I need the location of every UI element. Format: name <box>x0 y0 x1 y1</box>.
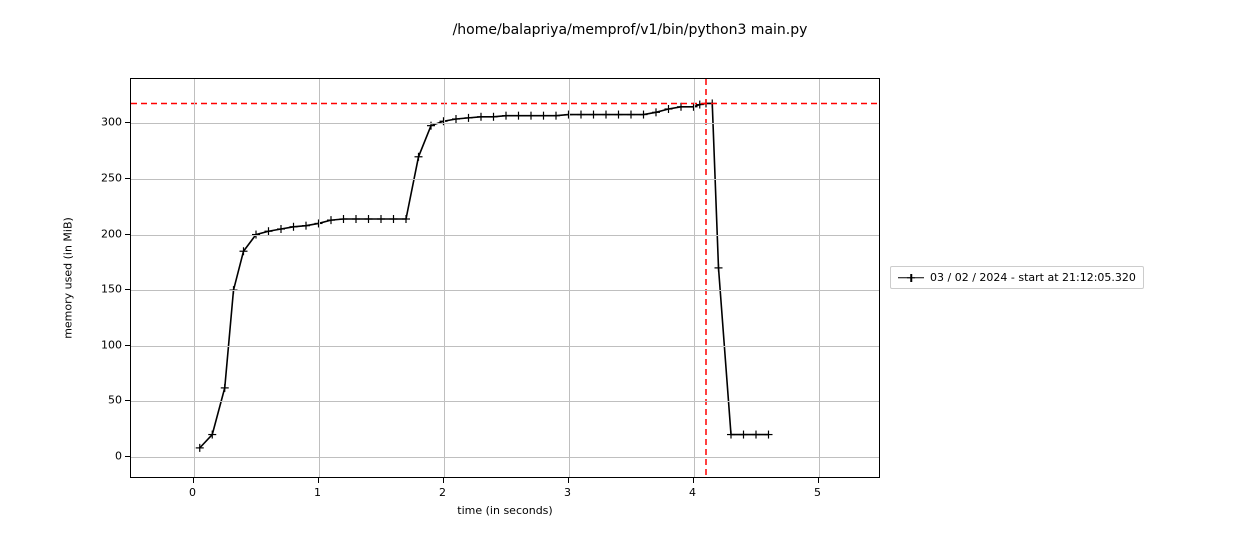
y-tick <box>125 122 130 123</box>
grid-line-horizontal <box>131 457 879 458</box>
y-tick <box>125 178 130 179</box>
grid-line-horizontal <box>131 401 879 402</box>
y-tick <box>125 456 130 457</box>
grid-line-horizontal <box>131 346 879 347</box>
x-tick <box>693 478 694 483</box>
y-tick-label: 100 <box>90 338 122 351</box>
grid-line-horizontal <box>131 179 879 180</box>
x-tick-label: 5 <box>814 486 821 499</box>
y-tick-label: 50 <box>90 394 122 407</box>
grid-line-vertical <box>819 79 820 477</box>
y-tick-label: 200 <box>90 227 122 240</box>
grid-line-horizontal <box>131 123 879 124</box>
y-tick-label: 0 <box>90 449 122 462</box>
x-axis-label: time (in seconds) <box>457 504 552 517</box>
x-tick-label: 0 <box>189 486 196 499</box>
x-tick <box>443 478 444 483</box>
y-tick-label: 250 <box>90 172 122 185</box>
y-tick-label: 300 <box>90 116 122 129</box>
x-tick <box>818 478 819 483</box>
grid-line-vertical <box>319 79 320 477</box>
legend: 03 / 02 / 2024 - start at 21:12:05.320 <box>890 266 1144 289</box>
grid-line-vertical <box>444 79 445 477</box>
y-tick <box>125 400 130 401</box>
axes-area <box>130 78 880 478</box>
grid-line-vertical <box>694 79 695 477</box>
x-tick-label: 2 <box>439 486 446 499</box>
y-tick <box>125 289 130 290</box>
chart-title: /home/balapriya/memprof/v1/bin/python3 m… <box>0 22 1260 38</box>
grid-line-vertical <box>569 79 570 477</box>
y-tick <box>125 234 130 235</box>
grid-line-horizontal <box>131 290 879 291</box>
grid-line-vertical <box>194 79 195 477</box>
figure: /home/balapriya/memprof/v1/bin/python3 m… <box>0 0 1260 540</box>
x-tick-label: 3 <box>564 486 571 499</box>
x-tick-label: 4 <box>689 486 696 499</box>
y-tick <box>125 345 130 346</box>
memory-series-line <box>200 103 769 447</box>
y-tick-label: 150 <box>90 283 122 296</box>
x-tick-label: 1 <box>314 486 321 499</box>
x-tick <box>318 478 319 483</box>
x-tick <box>568 478 569 483</box>
legend-marker <box>898 273 924 283</box>
plot-svg <box>131 79 881 479</box>
x-tick <box>193 478 194 483</box>
grid-line-horizontal <box>131 235 879 236</box>
legend-label: 03 / 02 / 2024 - start at 21:12:05.320 <box>930 271 1136 284</box>
y-axis-label: memory used (in MiB) <box>62 217 75 339</box>
